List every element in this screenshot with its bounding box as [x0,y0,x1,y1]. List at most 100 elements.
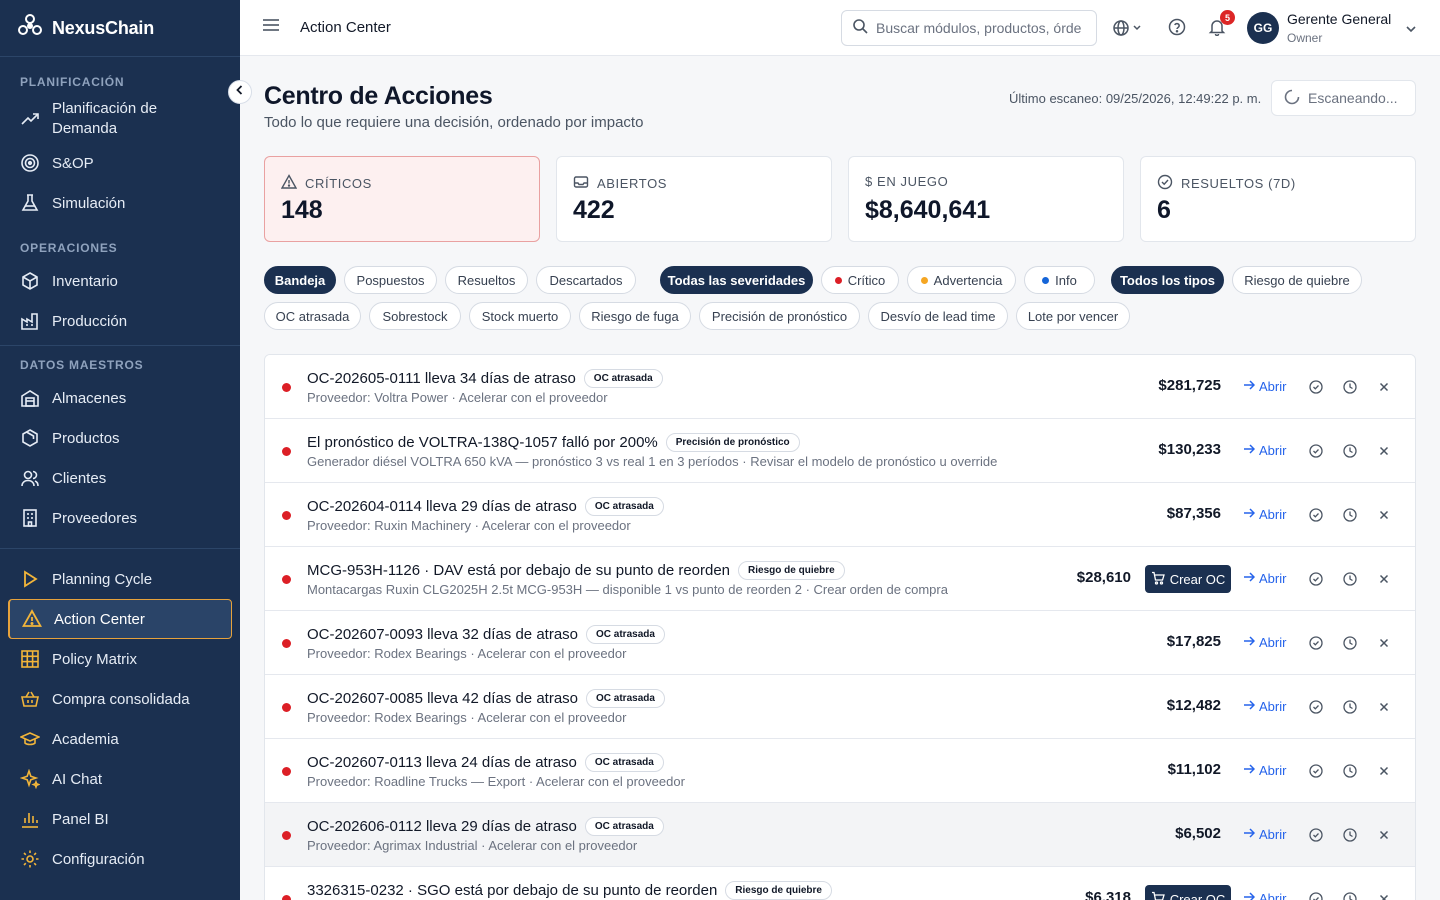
kpi-card-en-juego[interactable]: $ EN JUEGO $8,640,641 [848,156,1124,242]
dismiss-close-icon[interactable] [1376,635,1392,651]
chip-status-descartados[interactable]: Descartados [536,266,636,294]
open-button[interactable]: Abrir [1243,379,1286,394]
help-icon[interactable] [1168,18,1186,41]
kpi-card-abiertos[interactable]: ABIERTOS 422 [556,156,832,242]
sidebar-item-clientes[interactable]: Clientes [0,458,240,498]
create-po-button[interactable]: Crear OC [1145,565,1231,593]
snooze-clock-icon[interactable] [1342,379,1358,395]
sidebar-item-academia[interactable]: Academia [0,719,240,759]
chip-type-all[interactable]: Todos los tipos [1111,266,1224,294]
sidebar-item-action-center[interactable]: Action Center [8,599,232,639]
chevron-down-icon[interactable] [1405,22,1417,40]
action-row[interactable]: MCG-953H-1126 · DAV está por debajo de s… [265,547,1415,611]
avatar[interactable]: GG [1247,12,1279,44]
open-button[interactable]: Abrir [1243,635,1286,650]
resolve-check-icon[interactable] [1308,507,1324,523]
sidebar-item-proveedores[interactable]: Proveedores [0,498,240,538]
chip-type-riesgo-fuga[interactable]: Riesgo de fuga [579,302,691,330]
language-globe-icon[interactable] [1113,18,1145,43]
snooze-clock-icon[interactable] [1342,443,1358,459]
dismiss-close-icon[interactable] [1376,507,1392,523]
chip-severity-advertencia[interactable]: Advertencia [907,266,1016,294]
snooze-clock-icon[interactable] [1342,571,1358,587]
sidebar-item-ai-chat[interactable]: AI Chat [0,759,240,799]
snooze-clock-icon[interactable] [1342,891,1358,900]
sidebar-item-panel-bi[interactable]: Panel BI [0,799,240,839]
action-row[interactable]: OC-202607-0085 lleva 42 días de atraso O… [265,675,1415,739]
chip-type-desvio-lead-time[interactable]: Desvío de lead time [868,302,1008,330]
kpi-card-resueltos[interactable]: RESUELTOS (7D) 6 [1140,156,1416,242]
sidebar-item-almacenes[interactable]: Almacenes [0,378,240,418]
resolve-check-icon[interactable] [1308,379,1324,395]
search-box[interactable] [841,10,1097,46]
dismiss-close-icon[interactable] [1376,827,1392,843]
resolve-check-icon[interactable] [1308,635,1324,651]
resolve-check-icon[interactable] [1308,827,1324,843]
action-row[interactable]: OC-202605-0111 lleva 34 días de atraso O… [265,355,1415,419]
chip-type-sobrestock[interactable]: Sobrestock [369,302,461,330]
chip-severity-all[interactable]: Todas las severidades [660,266,813,294]
sidebar-item-sop[interactable]: S&OP [0,143,240,183]
sidebar-item-simulacion[interactable]: Simulación [0,183,240,223]
snooze-clock-icon[interactable] [1342,763,1358,779]
action-row[interactable]: El pronóstico de VOLTRA-138Q-1057 falló … [265,419,1415,483]
chip-status-pospuestos[interactable]: Pospuestos [344,266,437,294]
sidebar-item-configuracion[interactable]: Configuración [0,839,240,879]
open-button[interactable]: Abrir [1243,699,1286,714]
chip-type-lote-vencer[interactable]: Lote por vencer [1016,302,1130,330]
chip-severity-critico[interactable]: Crítico [821,266,899,294]
resolve-check-icon[interactable] [1308,699,1324,715]
user-name[interactable]: Gerente General [1287,11,1391,27]
snooze-clock-icon[interactable] [1342,635,1358,651]
sidebar-item-policy-matrix[interactable]: Policy Matrix [0,639,240,679]
snooze-clock-icon[interactable] [1342,827,1358,843]
chip-severity-info[interactable]: Info [1024,266,1095,294]
action-row[interactable]: OC-202607-0093 lleva 32 días de atraso O… [265,611,1415,675]
warehouse-icon [20,388,40,408]
resolve-check-icon[interactable] [1308,891,1324,900]
open-button[interactable]: Abrir [1243,507,1286,522]
open-button[interactable]: Abrir [1243,443,1286,458]
resolve-check-icon[interactable] [1308,763,1324,779]
scan-button[interactable]: Escaneando... [1271,80,1416,116]
chip-type-precision-pronostico[interactable]: Precisión de pronóstico [699,302,860,330]
dismiss-close-icon[interactable] [1376,763,1392,779]
sidebar-item-planificacion-demanda[interactable]: Planificación de Demanda [0,95,240,143]
action-row[interactable]: OC-202606-0112 lleva 29 días de atraso O… [265,803,1415,867]
sidebar-item-label: Panel BI [52,810,109,828]
action-row[interactable]: 3326315-0232 · SGO está por debajo de su… [265,867,1415,900]
snooze-clock-icon[interactable] [1342,507,1358,523]
sidebar-item-inventario[interactable]: Inventario [0,261,240,301]
dismiss-close-icon[interactable] [1376,891,1392,900]
dismiss-close-icon[interactable] [1376,379,1392,395]
open-button[interactable]: Abrir [1243,891,1286,900]
snooze-clock-icon[interactable] [1342,699,1358,715]
dismiss-close-icon[interactable] [1376,571,1392,587]
sidebar-item-planning-cycle[interactable]: Planning Cycle [0,559,240,599]
chip-type-riesgo-quiebre[interactable]: Riesgo de quiebre [1232,266,1362,294]
sidebar-collapse-button[interactable] [228,80,252,104]
action-row[interactable]: OC-202607-0113 lleva 24 días de atraso O… [265,739,1415,803]
brand-logo[interactable]: NexusChain [0,0,240,56]
open-button[interactable]: Abrir [1243,763,1286,778]
chip-status-bandeja[interactable]: Bandeja [264,266,336,294]
sidebar-item-produccion[interactable]: Producción [0,301,240,341]
action-title: OC-202605-0111 lleva 34 días de atraso [307,370,576,387]
dismiss-close-icon[interactable] [1376,443,1392,459]
open-button[interactable]: Abrir [1243,827,1286,842]
warning-icon [280,174,298,193]
create-po-button[interactable]: Crear OC [1145,885,1231,900]
dismiss-close-icon[interactable] [1376,699,1392,715]
kpi-card-criticos[interactable]: CRÍTICOS 148 [264,156,540,242]
sidebar-item-compra-consolidada[interactable]: Compra consolidada [0,679,240,719]
chip-type-oc-atrasada[interactable]: OC atrasada [264,302,361,330]
search-input[interactable] [876,20,1081,36]
sidebar-item-productos[interactable]: Productos [0,418,240,458]
resolve-check-icon[interactable] [1308,443,1324,459]
chip-status-resueltos[interactable]: Resueltos [445,266,528,294]
resolve-check-icon[interactable] [1308,571,1324,587]
chip-type-stock-muerto[interactable]: Stock muerto [469,302,571,330]
menu-icon[interactable] [262,18,282,37]
action-row[interactable]: OC-202604-0114 lleva 29 días de atraso O… [265,483,1415,547]
open-button[interactable]: Abrir [1243,571,1286,586]
